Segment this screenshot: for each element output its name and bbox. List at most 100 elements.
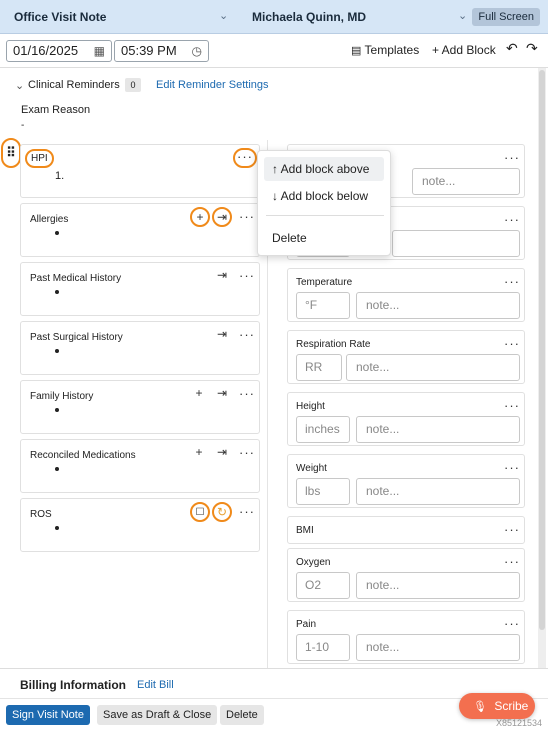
exam-reason-value[interactable]: - xyxy=(21,120,24,131)
time-field[interactable]: 05:39 PM ◷ xyxy=(114,40,209,62)
vital-note-field[interactable]: note... xyxy=(356,292,520,319)
delete-note-button[interactable]: Delete xyxy=(220,705,264,725)
block-title: Reconciled Medications xyxy=(30,450,136,461)
vital-unit-field[interactable]: 1-10 xyxy=(296,634,350,661)
note-id-text: X85121534 xyxy=(496,718,543,728)
import-icon[interactable]: ⇥ xyxy=(213,444,231,462)
vital-card-height[interactable]: Height ··· inches note... xyxy=(287,392,525,446)
more-options-icon[interactable]: ··· xyxy=(504,460,520,475)
more-options-icon[interactable]: ··· xyxy=(233,148,257,168)
vital-note-field[interactable] xyxy=(392,230,520,257)
import-icon[interactable]: ⇥ xyxy=(213,326,231,344)
chevron-down-icon[interactable]: ⌄ xyxy=(15,79,24,92)
redo-icon[interactable]: ↷ xyxy=(526,40,538,57)
clock-icon[interactable]: ◷ xyxy=(192,41,202,61)
more-options-icon[interactable]: ··· xyxy=(504,398,520,413)
vital-note-field[interactable]: note... xyxy=(356,416,520,443)
vital-title: Height xyxy=(296,401,325,412)
more-options-icon[interactable]: ··· xyxy=(504,212,520,227)
import-icon[interactable]: ⇥ xyxy=(212,207,232,227)
add-block-button[interactable]: + Add Block xyxy=(432,43,496,57)
more-options-icon[interactable]: ··· xyxy=(504,522,520,537)
vital-unit-field[interactable]: lbs xyxy=(296,478,350,505)
vital-unit-field[interactable]: inches xyxy=(296,416,350,443)
more-options-icon[interactable]: ··· xyxy=(504,336,520,351)
footer: Billing Information Edit Bill Sign Visit… xyxy=(0,668,548,732)
vital-title: Pain xyxy=(296,619,317,630)
date-field[interactable]: 01/16/2025 ▦ xyxy=(6,40,112,62)
templates-button[interactable]: ▤ Templates xyxy=(351,43,419,57)
vital-card-oxygen[interactable]: Oxygen ··· O2 note... xyxy=(287,548,525,602)
more-options-icon[interactable]: ··· xyxy=(504,616,520,631)
clinical-reminders-label[interactable]: Clinical Reminders xyxy=(28,79,120,91)
block-title: Family History xyxy=(30,391,94,402)
block-title[interactable]: HPI xyxy=(25,149,54,168)
more-options-icon[interactable]: ··· xyxy=(239,445,255,460)
vital-note-field[interactable]: note... xyxy=(356,572,520,599)
drag-handle-icon[interactable]: ⠿ xyxy=(1,138,21,168)
refresh-icon[interactable]: ↻ xyxy=(212,502,232,522)
sign-visit-note-button[interactable]: Sign Visit Note xyxy=(6,705,90,725)
scrollbar-thumb[interactable] xyxy=(539,70,545,630)
calendar-icon[interactable]: ▦ xyxy=(94,41,105,61)
checkbox-icon[interactable]: ☐ xyxy=(190,502,210,522)
import-icon[interactable]: ⇥ xyxy=(213,385,231,403)
chevron-down-icon[interactable]: ⌄ xyxy=(219,9,228,22)
full-screen-button[interactable]: Full Screen xyxy=(472,8,540,26)
add-icon[interactable]: + xyxy=(190,385,208,403)
block-family-history[interactable]: Family History + ⇥ ··· xyxy=(20,380,260,434)
billing-information-label: Billing Information xyxy=(20,678,126,692)
undo-icon[interactable]: ↶ xyxy=(506,40,518,57)
vital-note-field[interactable]: note... xyxy=(356,634,520,661)
hpi-content[interactable]: 1. xyxy=(55,170,64,182)
more-options-icon[interactable]: ··· xyxy=(504,274,520,289)
edit-reminder-settings-link[interactable]: Edit Reminder Settings xyxy=(156,79,269,91)
vital-note-field[interactable]: note... xyxy=(346,354,520,381)
note-type-select[interactable]: Office Visit Note xyxy=(14,10,106,24)
block-title: Allergies xyxy=(30,214,69,225)
menu-divider xyxy=(266,215,384,216)
vital-card-pain[interactable]: Pain ··· 1-10 note... xyxy=(287,610,525,664)
block-past-surgical-history[interactable]: Past Surgical History ⇥ ··· xyxy=(20,321,260,375)
scribe-button[interactable]: 🎙︎ Scribe xyxy=(459,693,535,719)
more-options-icon[interactable]: ··· xyxy=(239,209,255,224)
provider-select[interactable]: Michaela Quinn, MD xyxy=(252,10,366,24)
note-header: Office Visit Note ⌄ Michaela Quinn, MD ⌄… xyxy=(0,0,548,34)
vital-card-bmi[interactable]: BMI ··· xyxy=(287,516,525,544)
add-icon[interactable]: + xyxy=(190,444,208,462)
more-options-icon[interactable]: ··· xyxy=(239,327,255,342)
note-toolbar: 01/16/2025 ▦ 05:39 PM ◷ ▤ Templates + Ad… xyxy=(0,34,548,68)
block-reconciled-medications[interactable]: Reconciled Medications + ⇥ ··· xyxy=(20,439,260,493)
add-block-below-item[interactable]: ↓ Add block below xyxy=(264,184,384,208)
vital-unit-field[interactable]: O2 xyxy=(296,572,350,599)
bullet xyxy=(55,467,59,471)
vital-note-field[interactable]: note... xyxy=(412,168,520,195)
block-past-medical-history[interactable]: Past Medical History ⇥ ··· xyxy=(20,262,260,316)
more-options-icon[interactable]: ··· xyxy=(239,386,255,401)
edit-bill-link[interactable]: Edit Bill xyxy=(137,679,174,691)
more-options-icon[interactable]: ··· xyxy=(504,150,520,165)
save-draft-button[interactable]: Save as Draft & Close xyxy=(97,705,218,725)
bullet xyxy=(55,290,59,294)
vital-note-field[interactable]: note... xyxy=(356,478,520,505)
block-hpi[interactable]: HPI 1. ··· xyxy=(20,144,260,198)
vital-title: Respiration Rate xyxy=(296,339,371,350)
more-options-icon[interactable]: ··· xyxy=(239,268,255,283)
block-context-menu: ↑ Add block above ↓ Add block below Dele… xyxy=(257,150,391,256)
add-icon[interactable]: + xyxy=(190,207,210,227)
vital-card-weight[interactable]: Weight ··· lbs note... xyxy=(287,454,525,508)
block-allergies[interactable]: Allergies + ⇥ ··· xyxy=(20,203,260,257)
vital-card-temperature[interactable]: Temperature ··· °F note... xyxy=(287,268,525,322)
bullet xyxy=(55,526,59,530)
block-title: ROS xyxy=(30,509,52,520)
chevron-down-icon[interactable]: ⌄ xyxy=(458,9,467,22)
import-icon[interactable]: ⇥ xyxy=(213,267,231,285)
more-options-icon[interactable]: ··· xyxy=(504,554,520,569)
vital-card-respiration-rate[interactable]: Respiration Rate ··· RR note... xyxy=(287,330,525,384)
add-block-above-item[interactable]: ↑ Add block above xyxy=(264,157,384,181)
vital-unit-field[interactable]: °F xyxy=(296,292,350,319)
more-options-icon[interactable]: ··· xyxy=(239,504,255,519)
vital-unit-field[interactable]: RR xyxy=(296,354,342,381)
delete-block-item[interactable]: Delete xyxy=(264,226,384,250)
block-ros[interactable]: ROS ☐ ↻ ··· xyxy=(20,498,260,552)
